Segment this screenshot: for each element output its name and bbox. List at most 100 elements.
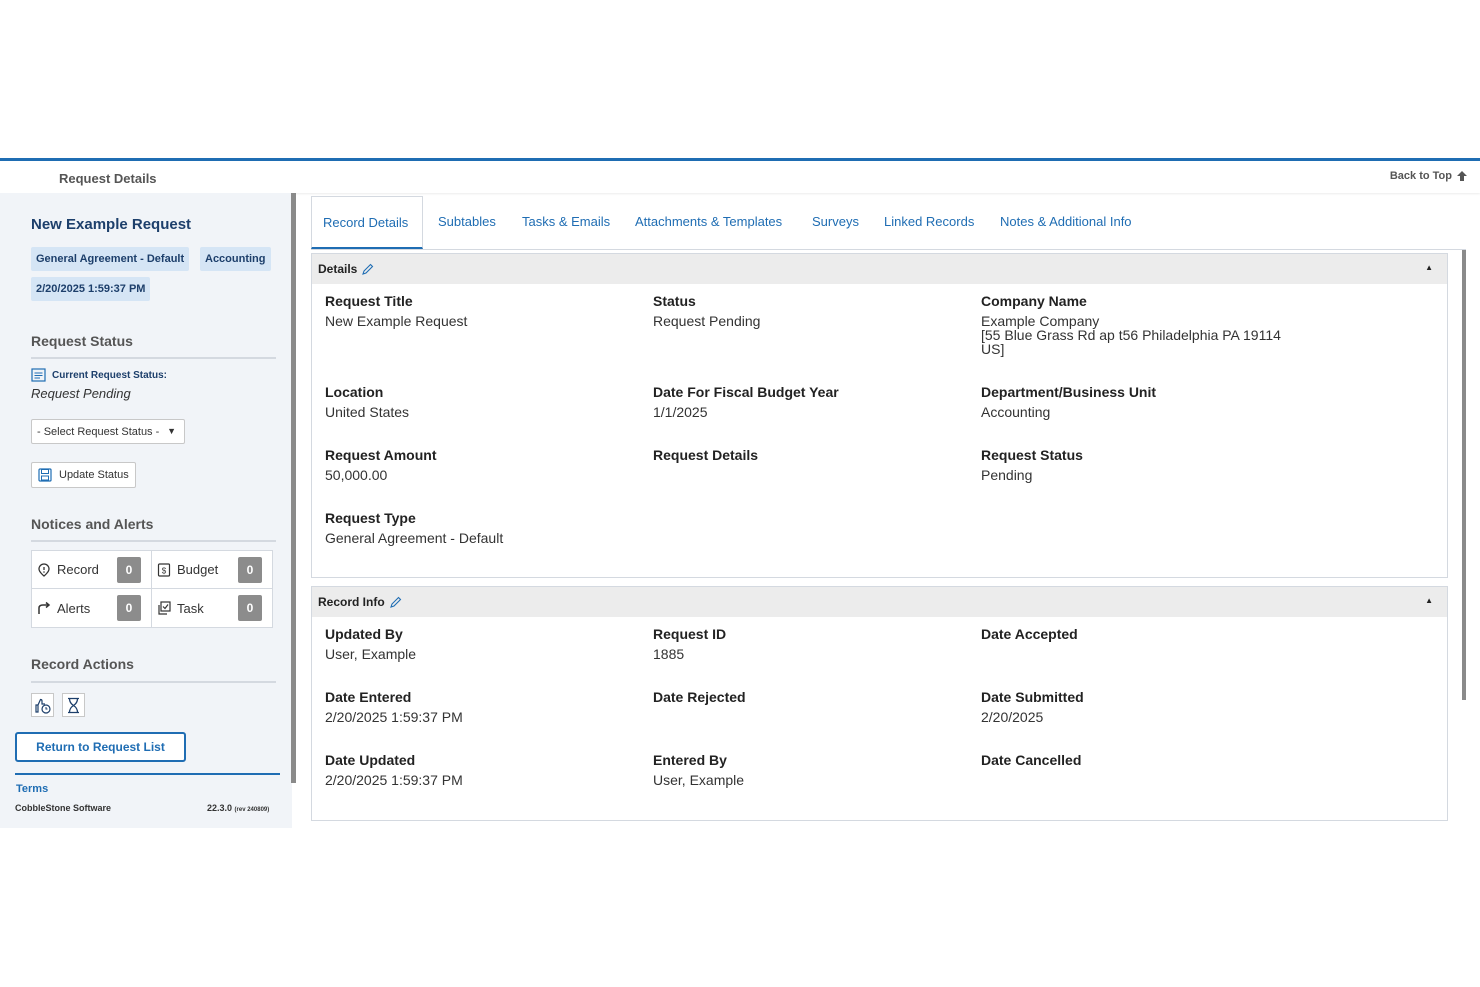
notice-label: Record: [57, 562, 99, 577]
page-title: Request Details: [59, 171, 157, 186]
field-request-type: Request Type General Agreement - Default: [325, 510, 645, 545]
field-value: 2/20/2025 1:59:37 PM: [325, 709, 463, 725]
tab-bar: Record Details Subtables Tasks & Emails …: [311, 196, 1466, 250]
tag-date: 2/20/2025 1:59:37 PM: [31, 277, 151, 301]
notice-alerts[interactable]: Alerts 0: [32, 589, 152, 627]
history-action-button[interactable]: [62, 693, 85, 717]
field-label: Request Details: [653, 447, 759, 463]
field-value: 2/20/2025: [981, 709, 1044, 725]
field-label: Request Title: [325, 293, 413, 309]
field-label: Date Accepted: [981, 626, 1078, 642]
calendar-list-icon: [31, 368, 46, 382]
version-text: 22.3.0 (rev 240809): [207, 803, 269, 813]
field-department: Department/Business Unit Accounting: [981, 384, 1301, 419]
update-status-label: Update Status: [59, 469, 129, 481]
field-updated-by: Updated By User, Example: [325, 626, 645, 661]
record-info-heading-text: Record Info: [318, 595, 385, 609]
field-request-title: Request Title New Example Request: [325, 293, 645, 328]
details-panel-header[interactable]: Details ▲: [312, 254, 1447, 284]
field-label: Location: [325, 384, 384, 400]
record-actions-heading: Record Actions: [31, 656, 134, 672]
current-status-label-text: Current Request Status:: [52, 369, 168, 381]
field-label: Date Updated: [325, 752, 416, 768]
arrow-up-icon: [1457, 171, 1467, 181]
field-value: General Agreement - Default: [325, 530, 504, 546]
notice-count: 0: [117, 557, 141, 583]
version-rev: (rev 240809): [234, 807, 270, 813]
tab-surveys[interactable]: Surveys: [812, 196, 859, 249]
record-info-panel: Record Info ▲ Updated By User, Example Re…: [311, 586, 1448, 821]
notice-label: Alerts: [57, 600, 91, 616]
field-entered-by: Entered By User, Example: [653, 752, 973, 787]
tab-linked-records[interactable]: Linked Records: [884, 196, 974, 249]
collapse-icon[interactable]: ▲: [1425, 263, 1433, 272]
edit-pencil-icon[interactable]: [361, 263, 374, 276]
field-value: User, Example: [325, 646, 417, 662]
field-label: Date For Fiscal Budget Year: [653, 384, 839, 400]
field-value: United States: [325, 404, 410, 420]
field-value: Pending: [981, 467, 1033, 483]
return-to-request-list-button[interactable]: Return to Request List: [15, 732, 186, 762]
field-value: 2/20/2025 1:59:37 PM: [325, 772, 463, 788]
divider: [31, 540, 276, 542]
field-date-accepted: Date Accepted: [981, 626, 1301, 647]
notices-grid: Record 0 $ Budget 0 Alerts 0 Task 0: [31, 550, 273, 628]
notice-record[interactable]: Record 0: [32, 551, 152, 589]
field-value: 50,000.00: [325, 467, 388, 483]
field-label: Request Type: [325, 510, 416, 526]
main-scrollbar[interactable]: [1462, 250, 1466, 700]
tag-department: Accounting: [200, 247, 271, 271]
field-request-details: Request Details: [653, 447, 973, 468]
tab-notes-additional-info[interactable]: Notes & Additional Info: [1000, 196, 1132, 249]
request-status-heading: Request Status: [31, 333, 133, 349]
tab-attachments-templates[interactable]: Attachments & Templates: [635, 196, 782, 249]
tag-agreement-type: General Agreement - Default: [31, 247, 190, 271]
field-label: Entered By: [653, 752, 727, 768]
field-value: Example Company [55 Blue Grass Rd ap t56…: [981, 313, 1281, 357]
field-label: Updated By: [325, 626, 403, 642]
notice-count: 0: [117, 595, 141, 621]
approval-action-button[interactable]: [31, 693, 54, 717]
field-label: Date Submitted: [981, 689, 1084, 705]
field-value: 1/1/2025: [653, 404, 708, 420]
hourglass-icon: [68, 697, 79, 713]
status-select[interactable]: - Select Request Status - ▼: [31, 419, 185, 444]
version-number: 22.3.0: [207, 803, 233, 813]
field-company-name: Company Name Example Company [55 Blue Gra…: [981, 293, 1301, 356]
field-request-id: Request ID 1885: [653, 626, 973, 661]
field-date-submitted: Date Submitted 2/20/2025: [981, 689, 1301, 724]
current-status-value: Request Pending: [31, 386, 131, 401]
thumbs-up-clock-icon: [35, 698, 51, 714]
field-value: 1885: [653, 646, 685, 662]
tab-record-details[interactable]: Record Details: [311, 196, 423, 249]
notice-count: 0: [238, 595, 262, 621]
field-value: Accounting: [981, 404, 1051, 420]
divider: [31, 357, 276, 359]
back-to-top-link[interactable]: Back to Top: [1390, 170, 1468, 182]
tab-subtables[interactable]: Subtables: [438, 196, 496, 249]
terms-link[interactable]: Terms: [16, 783, 48, 795]
caret-down-icon: ▼: [167, 426, 176, 436]
collapse-icon[interactable]: ▲: [1425, 596, 1433, 605]
field-status: Status Request Pending: [653, 293, 973, 328]
notice-label: Budget: [177, 562, 219, 577]
record-info-panel-header[interactable]: Record Info ▲: [312, 587, 1447, 617]
status-select-value: - Select Request Status -: [37, 426, 160, 438]
alert-route-icon: [38, 601, 51, 614]
field-value: User, Example: [653, 772, 745, 788]
notice-task[interactable]: Task 0: [152, 589, 272, 627]
tab-tasks-emails[interactable]: Tasks & Emails: [522, 196, 610, 249]
budget-icon: $: [157, 562, 171, 577]
record-info-heading: Record Info: [318, 595, 402, 609]
footer-divider: [15, 773, 280, 775]
field-date-updated: Date Updated 2/20/2025 1:59:37 PM: [325, 752, 645, 787]
edit-pencil-icon[interactable]: [389, 596, 402, 609]
field-label: Date Rejected: [653, 689, 746, 705]
sidebar-scrollbar[interactable]: [291, 193, 296, 783]
update-status-button[interactable]: Update Status: [31, 462, 136, 488]
notices-heading: Notices and Alerts: [31, 516, 154, 532]
field-label: Company Name: [981, 293, 1087, 309]
company-name: CobbleStone Software: [15, 803, 112, 813]
details-heading: Details: [318, 262, 374, 276]
notice-budget[interactable]: $ Budget 0: [152, 551, 272, 589]
